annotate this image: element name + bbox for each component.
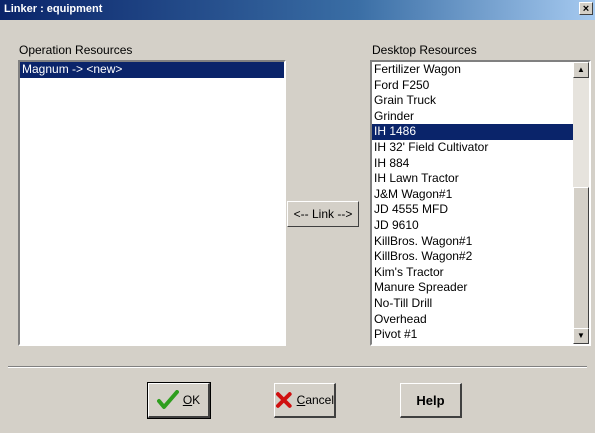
separator [8, 366, 587, 368]
scroll-up-icon: ▲ [577, 65, 585, 74]
list-item[interactable]: Overhead [372, 312, 573, 328]
list-item[interactable]: Ford F250 [372, 78, 573, 94]
ok-button[interactable]: OK [147, 382, 211, 419]
help-button[interactable]: Help [400, 383, 462, 418]
desktop-resources-items: Fertilizer Wagon Ford F250 Grain Truck Grin… [372, 62, 573, 343]
list-item[interactable]: JD 9610 [372, 218, 573, 234]
ok-label: OK [183, 393, 200, 407]
title-bar[interactable]: Linker : equipment × [0, 0, 595, 20]
cancel-mnemonic: C [296, 393, 306, 407]
desktop-resources-list[interactable]: Fertilizer Wagon Ford F250 Grain Truck Grin… [370, 60, 591, 346]
close-button[interactable]: × [579, 2, 593, 15]
list-item[interactable]: KillBros. Wagon#2 [372, 249, 573, 265]
ok-label-rest: K [192, 393, 201, 407]
list-item[interactable]: Magnum -> <new> [20, 62, 284, 78]
ok-mnemonic: O [182, 393, 193, 407]
list-item[interactable]: J&M Wagon#1 [372, 187, 573, 203]
scroll-up-button[interactable]: ▲ [573, 62, 589, 78]
list-item[interactable]: KillBros. Wagon#1 [372, 234, 573, 250]
window-title: Linker : equipment [4, 3, 103, 15]
scroll-thumb[interactable] [573, 187, 589, 329]
scroll-down-icon: ▼ [577, 331, 585, 340]
list-item[interactable]: IH 884 [372, 156, 573, 172]
list-item[interactable]: IH 1486 [372, 124, 573, 140]
list-item[interactable]: IH 32' Field Cultivator [372, 140, 573, 156]
desktop-scrollbar[interactable]: ▲ ▼ [573, 62, 589, 344]
cancel-button[interactable]: Cancel [274, 383, 336, 418]
scroll-down-button[interactable]: ▼ [573, 328, 589, 344]
help-label: Help [416, 392, 445, 408]
list-item[interactable]: Kim's Tractor [372, 265, 573, 281]
dialog-window: Linker : equipment × Operation Resources… [0, 0, 595, 433]
list-item[interactable]: Grain Truck [372, 93, 573, 109]
check-icon [156, 390, 179, 409]
list-item[interactable]: Manure Spreader [372, 280, 573, 296]
close-icon: × [582, 3, 590, 15]
list-item[interactable]: No-Till Drill [372, 296, 573, 312]
operation-resources-list[interactable]: Magnum -> <new> [18, 60, 286, 346]
cancel-label: Cancel [297, 393, 334, 407]
x-icon [275, 392, 292, 408]
desktop-resources-label: Desktop Resources [372, 43, 477, 57]
list-item[interactable]: JD 4555 MFD [372, 202, 573, 218]
list-item[interactable]: IH Lawn Tractor [372, 171, 573, 187]
list-item[interactable]: Grinder [372, 109, 573, 125]
link-button[interactable]: <-- Link --> [287, 201, 359, 227]
operation-resources-label: Operation Resources [19, 43, 133, 57]
link-button-label: <-- Link --> [293, 207, 353, 221]
cancel-label-rest: ancel [305, 393, 334, 407]
list-item[interactable]: Fertilizer Wagon [372, 62, 573, 78]
list-item[interactable]: Pivot #1 [372, 327, 573, 343]
